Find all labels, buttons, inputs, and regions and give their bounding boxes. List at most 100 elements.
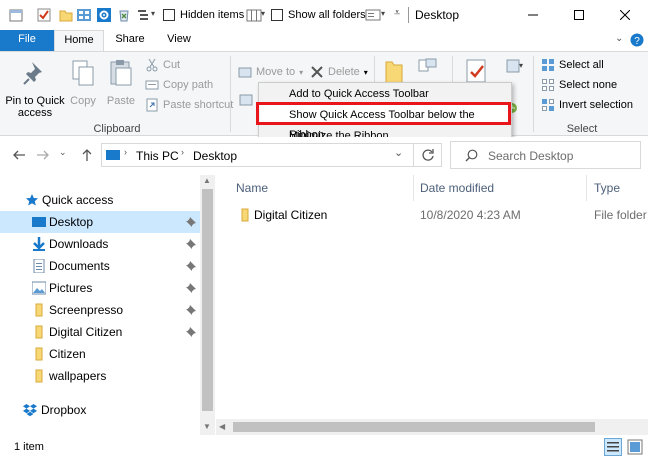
nav-item-citizen[interactable]: Citizen — [0, 343, 200, 365]
cut-button[interactable]: Cut — [145, 58, 180, 72]
pin-icon[interactable] — [186, 305, 196, 315]
grid-view-icon[interactable] — [76, 7, 92, 23]
delete-icon — [311, 66, 323, 78]
nav-item-digital-citizen[interactable]: Digital Citizen — [0, 321, 200, 343]
copy-button[interactable]: Copy — [66, 58, 100, 107]
column-separator[interactable] — [586, 175, 587, 201]
properties-icon[interactable] — [8, 7, 24, 23]
chevron-down-icon[interactable]: ▾ — [261, 9, 265, 18]
details-view-icon[interactable] — [604, 438, 622, 456]
recent-locations-icon[interactable]: ⌄ — [59, 147, 67, 158]
scissors-icon — [146, 58, 158, 72]
horizontal-scrollbar[interactable]: ◀ — [216, 419, 648, 435]
large-icons-view-icon[interactable] — [627, 439, 643, 455]
copy-to-icon[interactable] — [239, 93, 253, 107]
pin-to-quick-access-button[interactable]: Pin to Quick access — [4, 58, 66, 119]
cut-label: Cut — [163, 59, 181, 71]
breadcrumb-desktop[interactable]: Desktop — [193, 149, 237, 163]
column-header-date-modified[interactable]: Date modified — [420, 181, 494, 195]
scroll-up-icon[interactable]: ▲ — [203, 176, 211, 185]
scrollbar-thumb[interactable] — [202, 189, 213, 411]
pin-icon[interactable] — [186, 261, 196, 271]
chevron-right-icon[interactable]: › — [181, 147, 184, 157]
paste-button[interactable]: Paste — [103, 58, 139, 107]
nav-item-documents[interactable]: Documents — [0, 255, 200, 277]
paste-shortcut-button[interactable]: Paste shortcut — [145, 98, 233, 112]
nav-item-downloads[interactable]: Downloads — [0, 233, 200, 255]
navigation-pane: Quick access Desktop Downloads Documents… — [0, 175, 215, 435]
menu-item-add-to-quick-access-toolbar[interactable]: Add to Quick Access Toolbar — [260, 84, 510, 104]
nav-dropbox[interactable]: Dropbox — [0, 399, 200, 421]
invert-selection-button[interactable]: Invert selection — [541, 98, 633, 112]
select-none-button[interactable]: Select none — [541, 78, 617, 92]
table-row[interactable]: Digital Citizen 10/8/2020 4:23 AM File f… — [234, 204, 648, 226]
settings-icon[interactable] — [96, 7, 112, 23]
forward-arrow-icon[interactable] — [36, 148, 50, 162]
chevron-down-icon[interactable]: ▾ — [519, 61, 523, 70]
title-bar: ▾ Hidden items ▾ Show all folders ▾ ⩡ De… — [0, 0, 648, 30]
folder-icon — [35, 347, 43, 361]
chevron-down-icon[interactable]: ▾ — [381, 9, 385, 18]
breadcrumb-this-pc[interactable]: This PC — [136, 149, 179, 163]
chevron-down-icon[interactable]: ⌄ — [615, 33, 623, 44]
refresh-button[interactable] — [414, 143, 442, 167]
move-to-button[interactable]: Move to ▾ — [238, 65, 303, 79]
group-separator — [533, 56, 534, 132]
chevron-down-icon[interactable]: ▾ — [151, 9, 155, 18]
up-arrow-icon[interactable] — [80, 148, 94, 162]
pin-icon[interactable] — [186, 283, 196, 293]
chevron-right-icon[interactable]: › — [124, 147, 127, 157]
nav-item-wallpapers[interactable]: wallpapers — [0, 365, 200, 387]
show-all-folders-checkbox[interactable] — [271, 9, 283, 21]
tab-home[interactable]: Home — [54, 30, 104, 52]
hidden-items-checkbox[interactable] — [163, 9, 175, 21]
folder-icon[interactable] — [58, 7, 74, 23]
group-by-icon[interactable] — [136, 7, 152, 23]
scroll-down-icon[interactable]: ▼ — [203, 422, 211, 431]
copy-path-button[interactable]: Copy path — [145, 78, 213, 92]
close-button[interactable] — [602, 0, 648, 30]
pin-icon[interactable] — [186, 217, 196, 227]
back-arrow-icon[interactable] — [12, 148, 26, 162]
customize-toolbar-icon[interactable]: ⩡ — [394, 7, 400, 20]
search-box[interactable]: Search Desktop — [450, 141, 641, 169]
window-title: Desktop — [415, 8, 460, 22]
tab-file[interactable]: File — [0, 30, 54, 51]
nav-item-screenpresso[interactable]: Screenpresso — [0, 299, 200, 321]
minimize-icon — [528, 14, 538, 16]
delete-button[interactable]: Delete ▾ — [310, 65, 368, 79]
recycle-bin-icon[interactable] — [116, 7, 132, 23]
column-header-name[interactable]: Name — [236, 181, 268, 195]
column-separator[interactable] — [413, 175, 414, 201]
refresh-icon — [421, 149, 434, 161]
new-item-icon[interactable] — [418, 58, 438, 74]
pictures-icon — [32, 281, 46, 295]
nav-item-label: Downloads — [49, 237, 109, 251]
tab-view[interactable]: View — [160, 30, 198, 51]
pin-icon[interactable] — [186, 239, 196, 249]
help-icon[interactable]: ? — [630, 33, 644, 47]
scrollbar-thumb[interactable] — [233, 422, 595, 432]
copy-icon — [72, 60, 94, 86]
pin-icon[interactable] — [186, 327, 196, 337]
chevron-down-icon: ▾ — [299, 67, 304, 77]
details-pane-icon[interactable] — [365, 7, 381, 23]
column-header-type[interactable]: Type — [594, 181, 620, 195]
chevron-down-icon[interactable]: ⌄ — [394, 146, 403, 159]
nav-quick-access[interactable]: Quick access — [0, 189, 200, 211]
checkmark-icon[interactable] — [36, 7, 52, 23]
star-icon — [26, 194, 38, 206]
minimize-button[interactable] — [510, 0, 556, 30]
nav-item-desktop[interactable]: Desktop — [0, 211, 200, 233]
nav-scrollbar[interactable]: ▲ ▼ — [200, 175, 215, 435]
address-bar[interactable]: › This PC › Desktop ⌄ — [101, 143, 414, 167]
scroll-left-icon[interactable]: ◀ — [219, 422, 225, 431]
nav-item-pictures[interactable]: Pictures — [0, 277, 200, 299]
select-all-button[interactable]: Select all — [541, 58, 604, 72]
move-to-label: Move to — [256, 66, 296, 78]
folder-icon — [35, 369, 43, 383]
columns-icon[interactable] — [246, 7, 262, 23]
nav-item-label: Documents — [49, 259, 110, 273]
maximize-button[interactable] — [556, 0, 602, 30]
tab-share[interactable]: Share — [110, 30, 150, 51]
